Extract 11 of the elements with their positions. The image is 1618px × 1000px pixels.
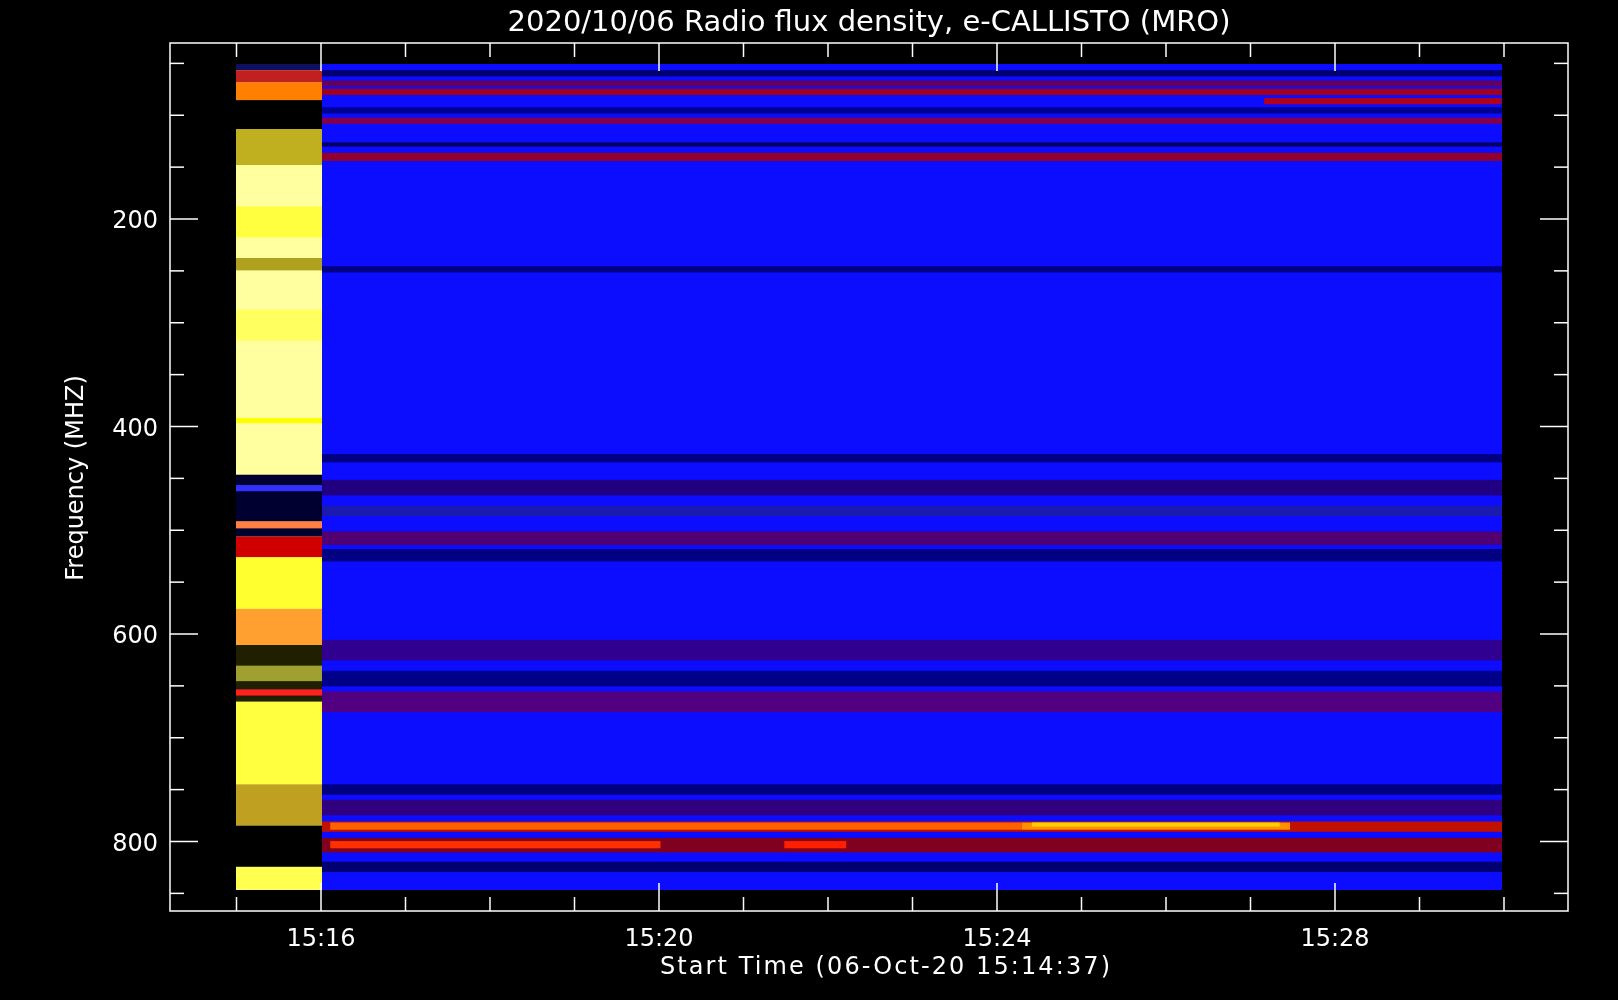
axis-tick-label: 15:16	[286, 924, 356, 952]
axis-tick-label: 15:28	[1300, 924, 1370, 952]
axis-tick-label: 800	[112, 828, 158, 857]
axis-tick-label: 400	[112, 413, 158, 442]
axis-label: Frequency (MHZ)	[61, 375, 89, 581]
axis-tick-label: 600	[112, 621, 158, 649]
axis-tick-label: 15:24	[962, 924, 1032, 952]
axis-tick-label: 200	[112, 206, 158, 234]
axis-label: Start Time (06-Oct-20 15:14:37)	[660, 952, 1110, 980]
chart-title: 2020/10/06 Radio flux density, e-CALLISTO (MRO)	[507, 4, 1231, 38]
axis-tick-label: 15:20	[624, 924, 694, 952]
